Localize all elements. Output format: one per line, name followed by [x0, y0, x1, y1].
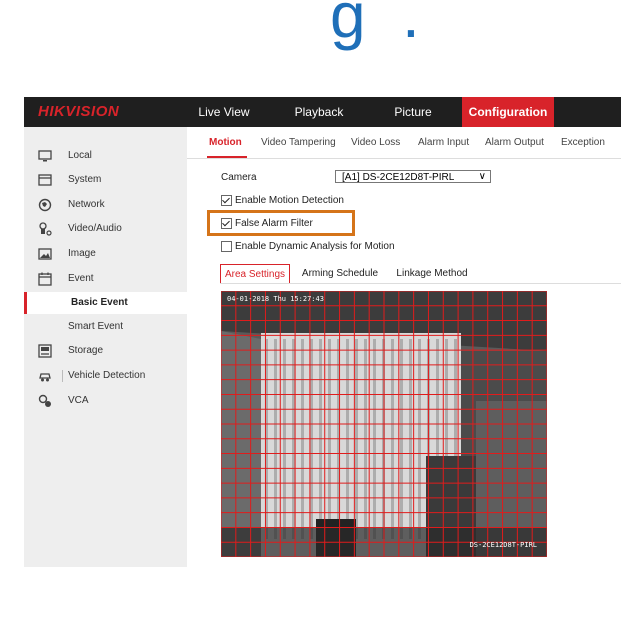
sidebar-item-basic-event[interactable]: Basic Event	[24, 292, 187, 314]
nav-configuration[interactable]: Configuration	[462, 97, 554, 127]
tab-alarm-input[interactable]: Alarm Input	[418, 137, 469, 148]
top-navbar: HIKVISION Live View Playback Picture Con…	[24, 97, 621, 127]
enable-motion-label: Enable Motion Detection	[235, 195, 344, 206]
sidebar-item-vehicle-detection[interactable]: Vehicle Detection	[24, 365, 187, 387]
nav-picture[interactable]: Picture	[384, 97, 442, 127]
vehicle-icon	[39, 373, 51, 382]
sidebar-item-storage[interactable]: Storage	[24, 340, 187, 362]
tabs-divider	[187, 158, 621, 159]
sidebar-item-network[interactable]: Network	[24, 194, 187, 216]
tab-video-loss[interactable]: Video Loss	[351, 137, 400, 148]
app-window: HIKVISION Live View Playback Picture Con…	[24, 97, 621, 567]
subtab-area-settings[interactable]: Area Settings	[220, 264, 290, 284]
enable-motion-checkbox[interactable]	[221, 195, 232, 206]
storage-icon	[38, 344, 52, 358]
system-icon	[38, 174, 52, 186]
false-alarm-highlight-box	[207, 210, 355, 236]
nav-live-view[interactable]: Live View	[192, 97, 256, 127]
network-icon	[38, 198, 52, 212]
sidebar-item-image[interactable]: Image	[24, 243, 187, 265]
osd-camera-name: DS-2CE12D8T-PIRL	[469, 541, 537, 549]
camera-label: Camera	[221, 172, 257, 183]
subtab-arming-schedule[interactable]: Arming Schedule	[297, 264, 383, 284]
subtab-linkage-method[interactable]: Linkage Method	[392, 264, 472, 284]
config-sidebar: Local System Network Video/Audio Image E…	[24, 127, 187, 567]
dynamic-analysis-label: Enable Dynamic Analysis for Motion	[235, 241, 395, 252]
subtabs-divider	[220, 283, 621, 284]
camera-scene	[221, 291, 547, 557]
config-content: Motion Video Tampering Video Loss Alarm …	[187, 127, 621, 567]
osd-timestamp: 04-01-2018 Thu 15:27:43	[227, 295, 324, 303]
chevron-down-icon: ∨	[478, 171, 486, 182]
vca-icon	[38, 394, 51, 407]
camera-select[interactable]: [A1] DS-2CE12D8T-PIRL ∨	[335, 170, 491, 183]
hikvision-logo: HIKVISION	[38, 103, 120, 120]
sidebar-item-smart-event[interactable]: Smart Event	[24, 316, 187, 338]
dynamic-analysis-checkbox[interactable]	[221, 241, 232, 252]
sidebar-item-video-audio[interactable]: Video/Audio	[24, 218, 187, 240]
tab-motion[interactable]: Motion	[209, 137, 242, 148]
monitor-icon	[38, 150, 52, 162]
sidebar-item-local[interactable]: Local	[24, 145, 187, 167]
cropped-header-text: g .	[330, 0, 420, 51]
sidebar-item-vca[interactable]: VCA	[24, 390, 187, 412]
motion-area-video[interactable]: 04-01-2018 Thu 15:27:43 DS-2CE12D8T-PIRL	[221, 291, 547, 557]
tab-exception[interactable]: Exception	[561, 137, 605, 148]
image-icon	[38, 248, 52, 260]
nav-playback[interactable]: Playback	[286, 97, 352, 127]
video-audio-icon	[39, 222, 52, 236]
sidebar-item-event[interactable]: Event	[24, 268, 187, 290]
sidebar-item-system[interactable]: System	[24, 169, 187, 191]
event-icon	[38, 272, 52, 286]
tab-alarm-output[interactable]: Alarm Output	[485, 137, 544, 148]
tab-video-tampering[interactable]: Video Tampering	[261, 137, 336, 148]
